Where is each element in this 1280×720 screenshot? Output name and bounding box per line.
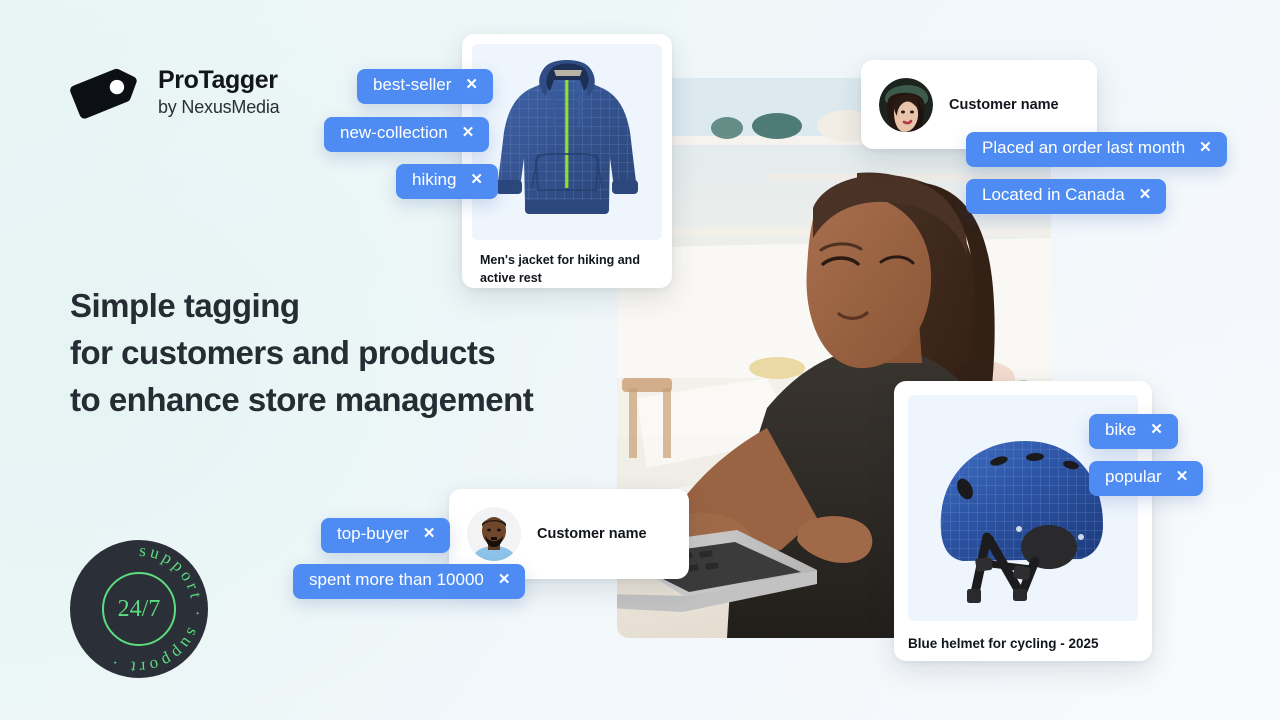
page-title: Simple tagging for customers and product… [70, 282, 534, 424]
close-icon[interactable]: ✕ [1139, 187, 1152, 204]
customer-name: Customer name [537, 526, 647, 542]
tag-label: Located in Canada [982, 185, 1125, 204]
tag-label: new-collection [340, 123, 448, 142]
brand-tagline: by NexusMedia [158, 97, 280, 117]
tag-label: popular [1105, 467, 1162, 486]
close-icon[interactable]: ✕ [470, 172, 483, 189]
product-image-jacket [472, 44, 662, 240]
brand-text: ProTagger by NexusMedia [158, 66, 280, 117]
tag-label: top-buyer [337, 524, 409, 543]
tag-label: Placed an order last month [982, 138, 1186, 157]
tag-pill-hiking[interactable]: hiking ✕ [396, 164, 498, 199]
product-caption-helmet: Blue helmet for cycling - 2025 [908, 636, 1099, 651]
support-badge: support · support · 24/7 [70, 540, 208, 678]
price-tag-icon [70, 56, 142, 128]
tag-pill-top-buyer[interactable]: top-buyer ✕ [321, 518, 451, 553]
tag-pill-located-in-canada[interactable]: Located in Canada ✕ [966, 179, 1167, 214]
product-card-jacket[interactable]: Men's jacket for hiking and active rest [462, 34, 672, 288]
avatar [879, 77, 933, 132]
tag-pill-best-seller[interactable]: best-seller ✕ [357, 69, 493, 104]
close-icon[interactable]: ✕ [1199, 140, 1212, 157]
tag-label: best-seller [373, 75, 452, 94]
headline-line-3: to enhance store management [70, 381, 534, 419]
tag-pill-placed-an-order-last-month[interactable]: Placed an order last month ✕ [966, 132, 1227, 167]
hero-section: ProTagger by NexusMedia Simple tagging f… [0, 0, 1280, 720]
tag-label: hiking [412, 170, 457, 189]
brand-name: ProTagger [158, 66, 278, 94]
headline-line-1: Simple tagging [70, 287, 300, 324]
tag-label: bike [1105, 420, 1137, 439]
close-icon[interactable]: ✕ [498, 572, 511, 589]
close-icon[interactable]: ✕ [423, 526, 436, 543]
tag-pill-new-collection[interactable]: new-collection ✕ [324, 117, 490, 152]
product-caption-jacket: Men's jacket for hiking and active rest [480, 253, 640, 286]
support-badge-center-text: 24/7 [118, 596, 161, 622]
tag-pill-popular[interactable]: popular ✕ [1089, 461, 1204, 496]
tag-pill-spent-more-than-10000[interactable]: spent more than 10000 ✕ [293, 564, 526, 599]
brand-logo[interactable]: ProTagger by NexusMedia [70, 56, 280, 128]
close-icon[interactable]: ✕ [465, 77, 478, 94]
customer-name: Customer name [949, 96, 1059, 113]
tag-label: spent more than 10000 [309, 570, 484, 589]
headline-line-2: for customers and products [70, 334, 496, 372]
avatar [467, 507, 521, 561]
close-icon[interactable]: ✕ [1176, 469, 1189, 486]
close-icon[interactable]: ✕ [462, 125, 475, 142]
tag-pill-bike[interactable]: bike ✕ [1089, 414, 1178, 449]
close-icon[interactable]: ✕ [1150, 422, 1163, 439]
